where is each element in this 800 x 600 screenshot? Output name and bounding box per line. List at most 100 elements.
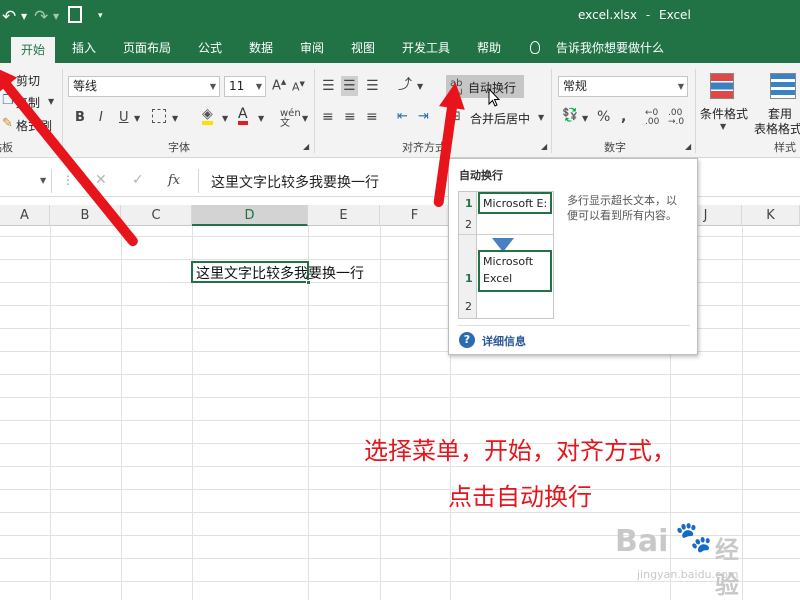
insert-function-icon[interactable]: fx [168, 173, 180, 188]
mouse-cursor-icon [488, 88, 500, 107]
tooltip-description-line1: 多行显示超长文本，以 [567, 194, 677, 207]
italic-button[interactable]: I [99, 111, 103, 124]
tab-formulas[interactable]: 公式 [198, 33, 222, 63]
column-header-k[interactable]: K [742, 205, 800, 226]
tab-developer[interactable]: 开发工具 [402, 33, 450, 63]
grow-font-icon[interactable]: A▲ [272, 79, 286, 93]
column-header-e[interactable]: E [308, 205, 380, 226]
percent-button[interactable]: % [597, 110, 610, 124]
conditional-dropdown-icon[interactable]: ▼ [720, 123, 726, 131]
print-preview-icon[interactable] [68, 6, 82, 23]
tab-page-layout[interactable]: 页面布局 [123, 33, 171, 63]
tab-review[interactable]: 审阅 [300, 33, 324, 63]
alignment-launcher-icon[interactable]: ◢ [541, 143, 547, 151]
undo-icon[interactable]: ↶ [2, 7, 16, 27]
column-line [121, 226, 122, 600]
chevron-down-icon: ▼ [209, 82, 216, 91]
merge-center-button[interactable]: 合并后居中 [470, 110, 530, 127]
watermark-url: jingyan.baidu.com [637, 568, 739, 581]
column-header-c[interactable]: C [121, 205, 192, 226]
fill-color-icon[interactable]: ◈ [202, 107, 213, 125]
column-header-f[interactable]: F [380, 205, 450, 226]
bold-button[interactable]: B [75, 111, 85, 124]
fill-color-dropdown-icon[interactable]: ▼ [222, 115, 228, 123]
format-as-table-line2[interactable]: 表格格式 [754, 120, 800, 137]
arrow-head [439, 80, 469, 110]
wrap-text-tooltip: 自动换行 1 2 Microsoft E: 1 2 Microsoft Exce… [448, 158, 698, 355]
name-box[interactable]: ▼ [0, 169, 52, 193]
watermark-brand: Bai [615, 524, 669, 559]
column-line [380, 226, 381, 600]
table-format-icon[interactable] [770, 73, 796, 99]
tab-help[interactable]: 帮助 [477, 33, 501, 63]
chevron-down-icon: ▼ [677, 82, 684, 91]
column-header-a[interactable]: A [0, 205, 50, 226]
redo-icon[interactable]: ↷ [34, 7, 48, 27]
phonetic-dropdown-icon[interactable]: ▼ [302, 115, 308, 123]
format-painter-icon[interactable]: ✎ [2, 117, 13, 130]
number-group-label: 数字 [604, 141, 626, 154]
undo-dropdown-icon[interactable]: ▼ [21, 12, 27, 21]
align-left-icon[interactable]: ≡ [322, 110, 334, 124]
cancel-icon[interactable]: ✕ [95, 172, 107, 188]
number-launcher-icon[interactable]: ◢ [685, 143, 691, 151]
align-right-icon[interactable]: ≡ [366, 110, 378, 124]
preview-after-text-line1: Microsoft [483, 255, 534, 268]
row-line [0, 397, 800, 398]
preview-after-row1: 1 [465, 272, 473, 285]
align-top-icon[interactable]: ☰ [322, 79, 335, 93]
row-line [0, 581, 800, 582]
orientation-dropdown-icon[interactable]: ▼ [417, 83, 423, 91]
preview-after-row2: 2 [465, 300, 472, 313]
tooltip-description-line2: 便可以看到所有内容。 [567, 209, 677, 222]
phonetic-guide-icon[interactable]: wén 文 [280, 109, 301, 129]
accounting-dropdown-icon[interactable]: ▼ [582, 115, 588, 123]
conditional-formatting-button[interactable]: 条件格式 [700, 105, 748, 122]
increase-indent-icon[interactable]: ⇥ [418, 110, 429, 123]
row-line [0, 558, 800, 559]
column-line [50, 226, 51, 600]
ribbon-tab-bar: 开始 插入 页面布局 公式 数据 审阅 视图 开发工具 帮助 告诉我你想要做什么 [0, 33, 800, 63]
preview-before-text: Microsoft E: [483, 197, 548, 210]
help-icon[interactable]: ? [459, 332, 475, 348]
align-bottom-icon[interactable]: ☰ [366, 79, 379, 93]
tell-me-search[interactable]: 告诉我你想要做什么 [556, 33, 664, 63]
tab-data[interactable]: 数据 [249, 33, 273, 63]
decrease-decimal-icon[interactable]: .00 →.0 [668, 109, 684, 127]
borders-icon[interactable] [152, 109, 166, 123]
conditional-formatting-icon[interactable] [710, 73, 734, 99]
font-size-combo[interactable]: 11 ▼ [224, 76, 266, 97]
cut-button[interactable]: 剪切 [16, 72, 40, 89]
redo-dropdown-icon[interactable]: ▼ [53, 12, 59, 21]
font-launcher-icon[interactable]: ◢ [303, 143, 309, 151]
alignment-group-label: 对齐方式 [402, 141, 446, 154]
tab-view[interactable]: 视图 [351, 33, 375, 63]
tab-insert[interactable]: 插入 [72, 33, 96, 63]
number-format-combo[interactable]: 常规 ▼ [558, 76, 688, 97]
align-middle-icon[interactable]: ☰ [341, 76, 358, 96]
tab-home[interactable]: 开始 [11, 37, 56, 63]
increase-decimal-icon[interactable]: ←0.00 [645, 109, 659, 127]
enter-icon[interactable]: ✓ [132, 172, 144, 188]
underline-dropdown-icon[interactable]: ▼ [134, 115, 140, 123]
shrink-font-icon[interactable]: A▼ [292, 81, 305, 93]
comma-style-icon[interactable]: , [621, 110, 626, 124]
tell-me-more-link[interactable]: 详细信息 [482, 333, 526, 349]
copy-dropdown-icon[interactable]: ▼ [48, 98, 54, 106]
merge-dropdown-icon[interactable]: ▼ [538, 114, 544, 122]
customize-toolbar-icon[interactable]: ▾ [98, 11, 103, 21]
font-color-icon[interactable]: A [238, 107, 248, 125]
annotation-text: 选择菜单，开始，对齐方式， 点击自动换行 [330, 428, 710, 520]
font-name-combo[interactable]: 等线 ▼ [68, 76, 220, 97]
group-separator [551, 69, 552, 153]
underline-button[interactable]: U [119, 111, 129, 124]
decrease-indent-icon[interactable]: ⇤ [397, 110, 408, 123]
orientation-icon[interactable]: ⤴ [398, 78, 412, 92]
align-center-icon[interactable]: ≡ [344, 110, 356, 124]
accounting-format-icon[interactable]: 💱 [562, 109, 578, 122]
borders-dropdown-icon[interactable]: ▼ [172, 115, 178, 123]
font-color-dropdown-icon[interactable]: ▼ [258, 115, 264, 123]
window-title: excel.xlsx - Excel [578, 8, 691, 22]
chevron-down-icon: ▼ [40, 176, 47, 185]
column-header-d[interactable]: D [192, 205, 308, 226]
